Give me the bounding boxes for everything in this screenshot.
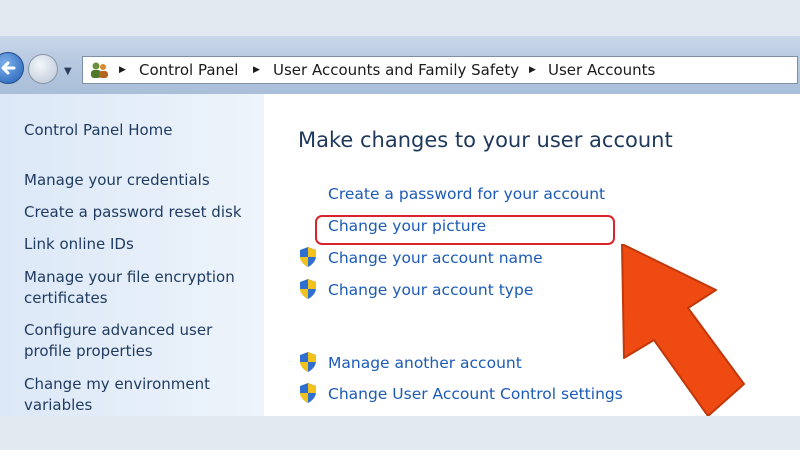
navigation-bar: ▼ ▶ Control Panel ▶ User Accounts and Fa… xyxy=(0,36,800,94)
uac-shield-icon xyxy=(300,247,316,267)
user-accounts-icon xyxy=(91,62,108,78)
back-button[interactable] xyxy=(0,52,24,84)
task-pane: Control Panel Home Manage your credentia… xyxy=(0,94,264,416)
sidebar-item-link-online-ids[interactable]: Link online IDs xyxy=(24,234,254,255)
uac-shield-icon xyxy=(300,383,316,403)
breadcrumb-separator-icon[interactable]: ▶ xyxy=(529,65,536,75)
manage-another-account-link[interactable]: Manage another account xyxy=(328,354,522,372)
create-password-link[interactable]: Create a password for your account xyxy=(328,185,605,203)
page-title: Make changes to your user account xyxy=(298,128,673,152)
sidebar-item-manage-credentials[interactable]: Manage your credentials xyxy=(24,170,254,191)
breadcrumb-separator-icon: ▶ xyxy=(119,65,126,75)
highlight-box xyxy=(315,215,615,245)
breadcrumb-user-accounts-family-safety[interactable]: User Accounts and Family Safety xyxy=(273,61,519,79)
change-account-name-link[interactable]: Change your account name xyxy=(328,249,543,267)
uac-shield-icon xyxy=(300,352,316,372)
breadcrumb-separator-icon[interactable]: ▶ xyxy=(253,65,260,75)
breadcrumb-user-accounts[interactable]: User Accounts xyxy=(548,61,655,79)
sidebar-item-control-panel-home[interactable]: Control Panel Home xyxy=(24,120,254,141)
forward-button[interactable] xyxy=(28,54,58,84)
recent-pages-dropdown-icon[interactable]: ▼ xyxy=(64,66,72,77)
back-arrow-icon xyxy=(1,61,16,75)
sidebar-item-environment-variables[interactable]: Change my environment variables xyxy=(24,374,254,416)
sidebar-item-file-encryption-certificates[interactable]: Manage your file encryption certificates xyxy=(24,267,254,309)
main-content: Make changes to your user account Create… xyxy=(264,94,800,416)
uac-shield-icon xyxy=(300,279,316,299)
address-bar[interactable]: ▶ Control Panel ▶ User Accounts and Fami… xyxy=(82,56,798,84)
sidebar-item-password-reset-disk[interactable]: Create a password reset disk xyxy=(24,202,254,223)
change-account-type-link[interactable]: Change your account type xyxy=(328,281,533,299)
control-panel-window: ▼ ▶ Control Panel ▶ User Accounts and Fa… xyxy=(0,36,800,416)
pointer-arrow-icon xyxy=(621,244,745,416)
uac-settings-link[interactable]: Change User Account Control settings xyxy=(328,385,623,403)
breadcrumb-control-panel[interactable]: Control Panel xyxy=(139,61,238,79)
sidebar-item-advanced-profile-properties[interactable]: Configure advanced user profile properti… xyxy=(24,320,254,362)
